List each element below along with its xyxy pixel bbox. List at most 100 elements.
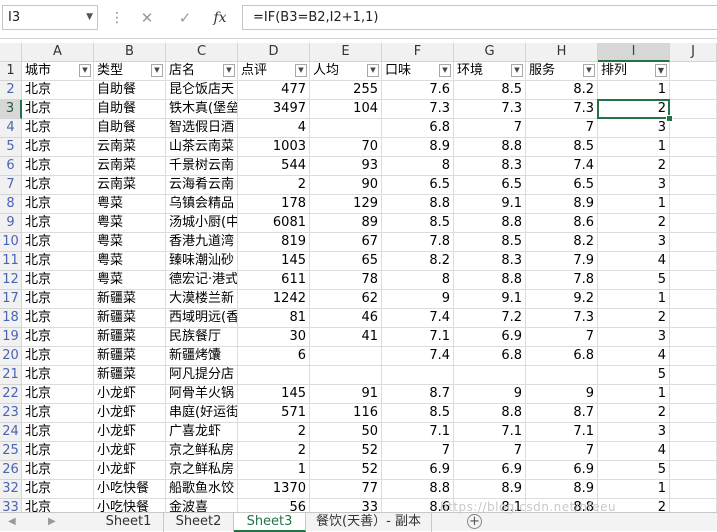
- table-cell[interactable]: 北京: [22, 423, 94, 442]
- filter-dropdown-icon[interactable]: ▼: [295, 64, 307, 77]
- table-cell[interactable]: 7.1: [382, 328, 454, 347]
- table-cell[interactable]: 6.8: [382, 119, 454, 138]
- column-header-j[interactable]: J: [670, 43, 717, 62]
- more-options-icon[interactable]: ⋮: [110, 6, 124, 30]
- table-cell[interactable]: 52: [310, 461, 382, 480]
- table-cell[interactable]: 4: [598, 442, 670, 461]
- header-cell-a[interactable]: 城市 ▼: [22, 62, 94, 81]
- table-cell[interactable]: 7.9: [526, 252, 598, 271]
- table-cell[interactable]: 京之鲜私房: [166, 461, 238, 480]
- table-cell[interactable]: 云海肴云南: [166, 176, 238, 195]
- table-cell[interactable]: 北京: [22, 442, 94, 461]
- table-cell[interactable]: 小吃快餐: [94, 480, 166, 499]
- header-cell-j[interactable]: [670, 62, 717, 81]
- table-cell[interactable]: 1: [238, 461, 310, 480]
- table-cell[interactable]: 571: [238, 404, 310, 423]
- table-cell[interactable]: 大漠楼兰新: [166, 290, 238, 309]
- table-cell[interactable]: 7.3: [526, 100, 598, 119]
- table-cell[interactable]: 7: [526, 328, 598, 347]
- table-cell[interactable]: [670, 233, 717, 252]
- table-cell[interactable]: 178: [238, 195, 310, 214]
- table-cell[interactable]: 52: [310, 442, 382, 461]
- table-cell[interactable]: [310, 347, 382, 366]
- row-header-6[interactable]: 6: [0, 157, 22, 176]
- column-header-i[interactable]: I: [598, 43, 670, 62]
- row-header-21[interactable]: 21: [0, 366, 22, 385]
- table-cell[interactable]: [526, 366, 598, 385]
- table-cell[interactable]: 北京: [22, 233, 94, 252]
- insert-function-button[interactable]: fx: [207, 6, 233, 30]
- filter-dropdown-icon[interactable]: ▼: [223, 64, 235, 77]
- table-cell[interactable]: 7.3: [382, 100, 454, 119]
- table-cell[interactable]: 67: [310, 233, 382, 252]
- table-cell[interactable]: 8.7: [526, 404, 598, 423]
- table-cell[interactable]: 129: [310, 195, 382, 214]
- table-cell[interactable]: [670, 480, 717, 499]
- table-cell[interactable]: [670, 119, 717, 138]
- table-cell[interactable]: [670, 385, 717, 404]
- table-cell[interactable]: 819: [238, 233, 310, 252]
- table-cell[interactable]: 自助餐: [94, 119, 166, 138]
- table-cell[interactable]: 北京: [22, 100, 94, 119]
- table-cell[interactable]: 粤菜: [94, 233, 166, 252]
- table-cell[interactable]: 北京: [22, 81, 94, 100]
- table-cell[interactable]: [670, 404, 717, 423]
- table-cell[interactable]: 8.7: [382, 385, 454, 404]
- table-cell[interactable]: 8.5: [454, 81, 526, 100]
- table-cell[interactable]: 9.1: [454, 290, 526, 309]
- table-cell[interactable]: [670, 347, 717, 366]
- filter-dropdown-icon[interactable]: ▼: [79, 64, 91, 77]
- table-cell[interactable]: 新疆菜: [94, 366, 166, 385]
- filter-dropdown-icon[interactable]: ▼: [439, 64, 451, 77]
- table-cell[interactable]: 3: [598, 328, 670, 347]
- table-cell[interactable]: 4: [598, 347, 670, 366]
- table-cell[interactable]: 广喜龙虾: [166, 423, 238, 442]
- table-cell[interactable]: 8.2: [526, 81, 598, 100]
- row-header-20[interactable]: 20: [0, 347, 22, 366]
- sheet-tab-3[interactable]: Sheet3: [234, 513, 306, 532]
- row-header-18[interactable]: 18: [0, 309, 22, 328]
- table-cell[interactable]: 民族餐厅: [166, 328, 238, 347]
- table-cell[interactable]: 8.8: [382, 195, 454, 214]
- column-header-h[interactable]: H: [526, 43, 598, 62]
- row-header-17[interactable]: 17: [0, 290, 22, 309]
- table-cell[interactable]: 8.9: [454, 480, 526, 499]
- row-header-10[interactable]: 10: [0, 233, 22, 252]
- table-cell[interactable]: 小龙虾: [94, 404, 166, 423]
- table-cell[interactable]: 6: [238, 347, 310, 366]
- column-header-e[interactable]: E: [310, 43, 382, 62]
- table-cell[interactable]: [670, 138, 717, 157]
- fill-handle[interactable]: [666, 115, 673, 122]
- table-cell[interactable]: 小龙虾: [94, 423, 166, 442]
- table-cell[interactable]: 90: [310, 176, 382, 195]
- table-cell[interactable]: 9: [526, 385, 598, 404]
- table-cell[interactable]: 41: [310, 328, 382, 347]
- table-cell[interactable]: 北京: [22, 328, 94, 347]
- table-cell[interactable]: 30: [238, 328, 310, 347]
- table-cell[interactable]: 8.2: [382, 252, 454, 271]
- table-cell[interactable]: 粤菜: [94, 214, 166, 233]
- table-cell[interactable]: 91: [310, 385, 382, 404]
- table-cell[interactable]: 1: [598, 385, 670, 404]
- filter-dropdown-icon[interactable]: ▼: [583, 64, 595, 77]
- table-cell[interactable]: 6.8: [454, 347, 526, 366]
- table-cell[interactable]: 611: [238, 271, 310, 290]
- table-cell[interactable]: 8.3: [454, 252, 526, 271]
- table-cell[interactable]: 6.9: [454, 328, 526, 347]
- table-cell[interactable]: 新疆菜: [94, 328, 166, 347]
- table-cell[interactable]: 新疆烤馕: [166, 347, 238, 366]
- table-cell[interactable]: 5: [598, 366, 670, 385]
- sheet-tab-1[interactable]: Sheet1: [94, 513, 164, 532]
- table-cell[interactable]: 串庭(好运街: [166, 404, 238, 423]
- table-cell[interactable]: 7: [382, 442, 454, 461]
- table-cell[interactable]: 7: [454, 442, 526, 461]
- cancel-button[interactable]: ✕: [134, 6, 160, 30]
- table-cell[interactable]: 7: [454, 119, 526, 138]
- filter-dropdown-icon[interactable]: ▼: [151, 64, 163, 77]
- table-cell[interactable]: 62: [310, 290, 382, 309]
- table-cell[interactable]: 北京: [22, 366, 94, 385]
- table-cell[interactable]: 8.8: [454, 404, 526, 423]
- row-header-24[interactable]: 24: [0, 423, 22, 442]
- table-cell[interactable]: 小龙虾: [94, 461, 166, 480]
- table-cell[interactable]: 8.8: [382, 480, 454, 499]
